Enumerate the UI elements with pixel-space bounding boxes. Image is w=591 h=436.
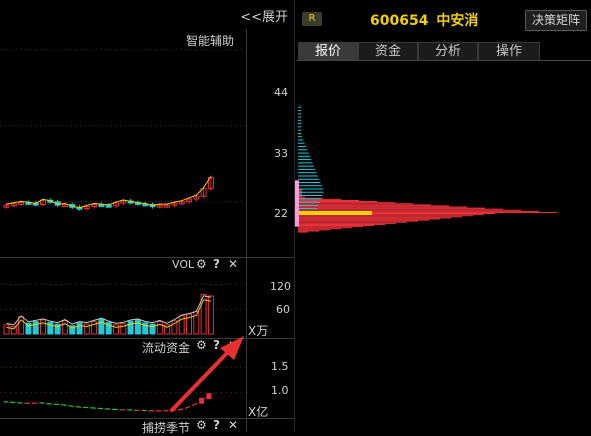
candle — [105, 204, 112, 208]
flow-segment — [62, 404, 70, 407]
volume-bar — [10, 326, 17, 335]
flow-segment — [98, 407, 107, 410]
flow-segment — [3, 401, 12, 403]
flow-segment — [84, 406, 92, 409]
flow-segment — [91, 407, 99, 409]
volume-bar — [113, 324, 119, 335]
close-icon[interactable]: ✕ — [228, 418, 238, 432]
flow-segment — [106, 408, 114, 410]
tab-underline — [296, 60, 591, 61]
flow-segment — [128, 409, 136, 411]
vol-axis-label-120: 120 — [270, 280, 291, 293]
stock-title: 600654 中安消 — [370, 10, 478, 30]
panel-divider — [0, 257, 294, 258]
stock-code: 600654 — [370, 13, 429, 29]
gear-icon[interactable]: ⚙ — [196, 257, 207, 271]
stock-name: 中安消 — [436, 13, 479, 29]
flow-segment — [40, 402, 48, 405]
volume-bar — [18, 316, 25, 335]
tab-operation[interactable]: 操作 — [478, 42, 540, 61]
decision-matrix-button[interactable]: 决策矩阵 — [525, 10, 587, 31]
help-icon[interactable]: ? — [213, 257, 220, 271]
vol-axis-label-60: 60 — [276, 303, 290, 316]
r-badge: R — [302, 12, 322, 26]
tab-analysis[interactable]: 分析 — [418, 42, 478, 61]
flow-segment — [142, 409, 151, 412]
vol-title: VOL — [172, 258, 195, 271]
volume-bar — [76, 322, 83, 335]
left-chart-panel: <<展开 智能辅助 44 33 22 VOL ⚙ ? ✕ 120 60 X万 流… — [0, 0, 294, 435]
flow-segment — [18, 402, 26, 404]
current-price-bar — [298, 211, 372, 215]
price-range-marker — [295, 180, 299, 227]
tab-quote[interactable]: 报价 — [298, 42, 358, 61]
volume-bar — [134, 319, 141, 335]
expand-button[interactable]: <<展开 — [240, 6, 288, 25]
volume-bar — [3, 324, 10, 335]
tab-funds[interactable]: 资金 — [358, 42, 418, 61]
ma-line — [6, 176, 212, 209]
volume-bar — [40, 319, 46, 335]
flow-axis-label-1-5: 1.5 — [271, 360, 289, 373]
help-icon[interactable]: ? — [213, 418, 220, 432]
gear-icon[interactable]: ⚙ — [196, 418, 207, 432]
close-icon[interactable]: ✕ — [228, 257, 238, 271]
red-arrow-annotation — [170, 336, 244, 412]
price-axis-label-44: 44 — [274, 86, 288, 99]
flow-segment — [69, 405, 78, 408]
season-title: 捕捞季节 — [142, 421, 191, 435]
volume-bar — [61, 320, 68, 335]
volume-bar — [98, 318, 105, 335]
volume-bar — [207, 295, 214, 335]
flow-segment — [113, 408, 121, 411]
volume-bar — [127, 320, 134, 335]
flow-segment — [33, 402, 41, 404]
candlestick-chart[interactable] — [0, 29, 246, 257]
flow-axis-label-1-0: 1.0 — [271, 384, 289, 397]
price-axis-label-22: 22 — [274, 207, 288, 220]
flow-segment — [11, 401, 19, 404]
volume-bar — [32, 321, 39, 335]
flow-segment — [55, 403, 63, 406]
volume-chart[interactable] — [0, 272, 246, 338]
volume-distribution-chart[interactable] — [295, 100, 591, 250]
flow-segment — [47, 403, 56, 405]
left-toolbar: <<展开 — [0, 0, 294, 29]
vol-unit-label: X万 — [248, 324, 269, 338]
flow-segment — [76, 406, 85, 408]
price-axis-label-33: 33 — [274, 147, 288, 160]
